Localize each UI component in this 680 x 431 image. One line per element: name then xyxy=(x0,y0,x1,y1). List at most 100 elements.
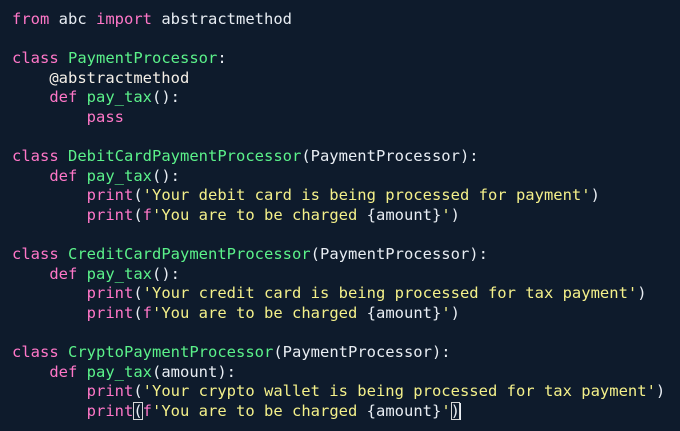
code-token: pay_tax xyxy=(86,88,152,107)
code-line[interactable]: class CreditCardPaymentProcessor(Payment… xyxy=(12,245,680,265)
code-line[interactable] xyxy=(12,128,680,148)
code-token: class xyxy=(12,147,59,166)
code-token: 'You are to be charged xyxy=(152,303,367,322)
code-token: CreditCardPaymentProcessor xyxy=(68,245,311,264)
code-token: import xyxy=(96,10,152,28)
code-token: @abstractmethod xyxy=(49,68,190,87)
code-token: ( xyxy=(133,284,143,303)
code-token: ( xyxy=(133,186,143,205)
code-token: ) xyxy=(450,205,460,224)
code-token: print xyxy=(86,186,134,205)
code-token: PaymentProcessor xyxy=(68,49,218,68)
code-token: from xyxy=(12,10,50,28)
code-token: pass xyxy=(86,107,124,126)
code-token: (): xyxy=(152,166,180,185)
code-line[interactable]: from abc import abstractmethod xyxy=(12,10,680,30)
code-token: abc xyxy=(49,10,96,28)
code-line[interactable]: def pay_tax(amount): xyxy=(12,363,680,383)
code-line[interactable]: print(f'You are to be charged {amount}') xyxy=(12,206,680,226)
code-line[interactable]: def pay_tax(): xyxy=(12,88,680,108)
code-token: pay_tax xyxy=(86,166,152,185)
matched-bracket: ( xyxy=(133,401,143,420)
code-token: ' xyxy=(441,205,451,224)
code-token: ( xyxy=(133,205,143,224)
code-line[interactable]: def pay_tax(): xyxy=(12,265,680,285)
code-token: (): xyxy=(152,264,180,283)
code-token: f xyxy=(142,303,153,322)
code-token: pay_tax xyxy=(86,264,152,283)
code-token: print xyxy=(86,401,134,420)
code-token: 'Your debit card is being processed for … xyxy=(142,186,591,205)
code-token: (amount): xyxy=(152,362,236,381)
code-token: {amount} xyxy=(366,205,442,224)
code-token: ' xyxy=(441,401,451,420)
code-token: ) xyxy=(450,303,460,322)
code-token: (PaymentProcessor): xyxy=(301,147,479,166)
code-token: ( xyxy=(133,303,143,322)
code-line[interactable]: class CryptoPaymentProcessor(PaymentProc… xyxy=(12,343,680,363)
code-token: print xyxy=(86,303,134,322)
code-token: def xyxy=(49,88,78,107)
code-token: (): xyxy=(152,88,180,107)
code-line[interactable] xyxy=(12,226,680,246)
text-cursor xyxy=(460,402,461,420)
code-line[interactable]: print(f'You are to be charged {amount}') xyxy=(12,401,680,422)
code-token: class xyxy=(12,245,59,264)
code-token: 'Your crypto wallet is being processed f… xyxy=(142,382,656,401)
code-token: {amount} xyxy=(366,401,442,420)
code-token: print xyxy=(86,284,134,303)
code-editor[interactable]: from abc import abstractmethod class Pay… xyxy=(0,0,680,431)
code-token: {amount} xyxy=(366,303,442,322)
code-token: def xyxy=(49,264,78,283)
code-token: pay_tax xyxy=(86,362,152,381)
code-token: abstractmethod xyxy=(152,10,292,28)
code-line[interactable] xyxy=(12,30,680,50)
code-line[interactable]: print('Your credit card is being process… xyxy=(12,284,680,304)
code-token: 'Your credit card is being processed for… xyxy=(142,284,638,303)
code-token: 'You are to be charged xyxy=(152,401,367,420)
code-token: ) xyxy=(590,186,600,205)
code-token: ' xyxy=(441,303,451,322)
code-token: ) xyxy=(637,284,647,303)
code-token: class xyxy=(12,343,59,362)
code-token: f xyxy=(142,205,153,224)
code-token: CryptoPaymentProcessor xyxy=(68,343,274,362)
matched-bracket: ) xyxy=(450,401,460,420)
code-line[interactable]: class PaymentProcessor: xyxy=(12,49,680,69)
code-line[interactable]: print('Your crypto wallet is being proce… xyxy=(12,382,680,402)
code-token: DebitCardPaymentProcessor xyxy=(68,147,302,166)
code-token: (PaymentProcessor): xyxy=(273,343,451,362)
code-token: ) xyxy=(655,382,666,401)
code-line[interactable] xyxy=(12,324,680,344)
code-line[interactable]: class DebitCardPaymentProcessor(PaymentP… xyxy=(12,147,680,167)
code-line[interactable]: def pay_tax(): xyxy=(12,167,680,187)
code-token: def xyxy=(49,362,78,381)
code-line[interactable]: print('Your debit card is being processe… xyxy=(12,186,680,206)
code-token: print xyxy=(86,205,134,224)
code-token: ( xyxy=(133,382,143,401)
code-line[interactable]: @abstractmethod xyxy=(12,69,680,89)
code-token: 'You are to be charged xyxy=(152,205,367,224)
code-token: : xyxy=(217,49,227,68)
code-line[interactable]: print(f'You are to be charged {amount}') xyxy=(12,304,680,324)
code-line[interactable]: pass xyxy=(12,108,680,128)
code-token: print xyxy=(86,382,134,401)
code-token: class xyxy=(12,49,59,68)
code-token: f xyxy=(142,401,153,420)
